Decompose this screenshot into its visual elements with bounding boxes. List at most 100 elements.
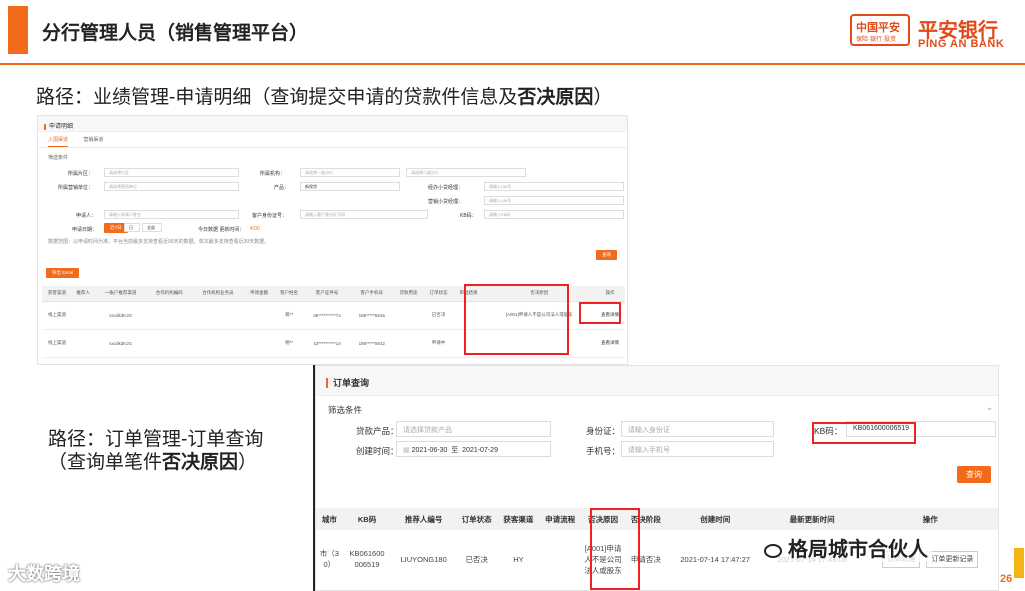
label-manager: 经办小贷经理： xyxy=(428,185,464,191)
table-cell: [8105]运营平台查无此人 xyxy=(483,357,595,364)
table-cell: 36**********74 xyxy=(304,301,350,330)
table-cell xyxy=(191,301,245,330)
table-cell: 已否决 xyxy=(423,301,454,330)
tab-admitted-channel[interactable]: 入围渠道 xyxy=(48,137,69,147)
s1-query-button[interactable]: 查询 xyxy=(596,250,617,260)
phone-input[interactable]: 请输入手机号 xyxy=(621,441,774,457)
table-cell xyxy=(453,357,484,364)
view-detail-link[interactable]: 查看详情 xyxy=(594,329,625,358)
applicant-input[interactable]: 请输入申请人姓名 xyxy=(104,210,239,219)
product-select[interactable]: 新保贷 xyxy=(300,182,400,191)
id-input[interactable]: 请输入客户身份证号码 xyxy=(300,210,428,219)
table-cell xyxy=(191,329,245,358)
collapse-chevron-icon[interactable]: ⌄ xyxy=(986,402,993,413)
date-range-picker[interactable]: ▦ 2021-06-30 至 2021-07-29 xyxy=(396,441,551,457)
kb-input[interactable]: 请输入KB码 xyxy=(484,210,624,219)
sales-input[interactable]: 请输入UM号 xyxy=(484,196,624,205)
s2-col-header: KB码 xyxy=(342,508,392,530)
table-cell: 杨** xyxy=(274,329,305,358)
table-cell xyxy=(393,357,424,364)
table-row: 线上渠道 sxcdkdoppdxp 陈**43**********15157****… xyxy=(42,357,625,364)
s1-col-header: 客户手机号 xyxy=(349,286,394,302)
table-cell xyxy=(146,301,192,330)
s1-col-header: 获客渠道 xyxy=(42,286,72,302)
view-detail-highlight xyxy=(579,302,621,324)
table-cell: 申请中 xyxy=(423,329,454,358)
tab-marketing-channel[interactable]: 营销渠道 xyxy=(83,137,103,143)
table-cell: 43**********15 xyxy=(304,357,350,364)
table-cell: 188*****5912 xyxy=(349,329,394,358)
path1-prefix: 路径：业绩管理-申请明细（查询提交申请的贷款件信息及 xyxy=(36,87,518,108)
label-kb: KB码： xyxy=(460,213,477,219)
table-cell xyxy=(146,357,192,364)
branch-select[interactable]: 请选择营销单位 xyxy=(104,182,239,191)
s2-query-button[interactable]: 查询 xyxy=(957,466,991,483)
label-date: 申请日期： xyxy=(72,227,98,233)
loan-product-select[interactable]: 请选择贷款产品 xyxy=(396,421,551,437)
table-cell xyxy=(71,329,95,358)
date-day-button[interactable]: 日 xyxy=(124,223,140,232)
watermark-left: 大数跨境 xyxy=(8,564,80,584)
id-input[interactable]: 请输入身份证 xyxy=(621,421,774,437)
reason-highlight xyxy=(590,508,640,590)
table-cell: 线上渠道 xyxy=(42,329,72,358)
s2-col-header: 城市 xyxy=(316,508,343,530)
label-org: 所属机构： xyxy=(260,171,286,177)
calendar-icon: ▦ xyxy=(403,447,412,454)
cell-created: 2021-07-14 17:47:27 xyxy=(680,554,751,564)
s2-col-header: 获客渠道 xyxy=(497,508,540,530)
date-all-button[interactable]: 全部 xyxy=(142,223,162,232)
logo-tagline: 保险·银行·投资 xyxy=(856,37,896,43)
label-area: 所属片区： xyxy=(68,171,94,177)
table-cell xyxy=(244,301,275,330)
s2-col-header: 申请流程 xyxy=(539,508,582,530)
path-caption-2: 路径：订单管理-订单查询（查询单笔件否决原因） xyxy=(48,428,278,474)
reject-reason-highlight xyxy=(464,284,569,355)
table-cell xyxy=(71,357,95,364)
path2-suffix: ） xyxy=(238,452,258,473)
table-cell: 陈** xyxy=(274,357,305,364)
export-excel-button[interactable]: 导出 Excel xyxy=(46,268,80,278)
cell-status: 已否决 xyxy=(465,554,488,564)
slide-header: 分行管理人员（销售管理平台） 中国平安 保险·银行·投资 平安银行 PING A… xyxy=(0,0,1025,62)
s2-col-header: 推荐人编号 xyxy=(391,508,456,530)
table-cell: sxcdkdoppdxp xyxy=(94,357,147,364)
watermark-right-text: 格局城市合伙人 xyxy=(788,539,928,561)
s2-col-header: 操作 xyxy=(860,508,998,530)
table-cell: 43**********14 xyxy=(304,329,350,358)
area-select[interactable]: 请选择片区 xyxy=(104,168,239,177)
org2-select[interactable]: 请选择二级分行 xyxy=(406,168,526,177)
view-detail-link[interactable]: 查看详情 xyxy=(594,357,625,364)
s1-title: 申请明细 xyxy=(44,124,74,130)
cell-flow xyxy=(539,530,581,588)
bank-name-en: PING AN BANK xyxy=(918,38,1005,50)
org1-select[interactable]: 请选择一级分行 xyxy=(300,168,400,177)
s1-col-header: 合作机构编码 xyxy=(146,286,192,302)
logo-text: 中国平安 xyxy=(856,22,900,34)
table-cell xyxy=(244,329,275,358)
s1-col-header: 客户姓名 xyxy=(274,286,305,302)
table-cell xyxy=(71,301,95,330)
table-cell: 185*****5916 xyxy=(349,301,394,330)
table-cell: 蒋** xyxy=(274,301,305,330)
table-cell xyxy=(146,329,192,358)
manager-input[interactable]: 请输入UM号 xyxy=(484,182,624,191)
s1-col-header: 申请金额 xyxy=(244,286,275,302)
data-range-notice: 数据范围：以申请时间为准，平台当前最多支持查看近90天的数据，单次最多支持查看近… xyxy=(48,239,270,245)
s1-col-header: 订单状态 xyxy=(423,286,454,302)
s1-tabs: 入围渠道 营销渠道 xyxy=(38,132,627,148)
watermark-right: 格局城市合伙人 xyxy=(760,533,932,562)
label-id: 客户身份证号： xyxy=(252,213,288,219)
wechat-icon xyxy=(764,543,782,558)
path-caption-1: 路径：业绩管理-申请明细（查询提交申请的贷款件信息及否决原因） xyxy=(36,82,612,109)
table-cell: 157*****4601 xyxy=(349,357,394,364)
date-to: 2021-07-29 xyxy=(462,447,498,454)
id-label: 身份证： xyxy=(586,426,621,436)
date-from: 2021-06-30 xyxy=(411,447,448,454)
cell-referrer: LIUYONG180 xyxy=(400,554,447,564)
order-history-button[interactable]: 订单更新记录 xyxy=(926,550,979,568)
label-product: 产品： xyxy=(274,185,290,191)
page-number: 26 xyxy=(1000,573,1013,585)
cell-city: 市（3 0） xyxy=(319,549,339,569)
s1-col-header: 操作 xyxy=(594,286,625,302)
